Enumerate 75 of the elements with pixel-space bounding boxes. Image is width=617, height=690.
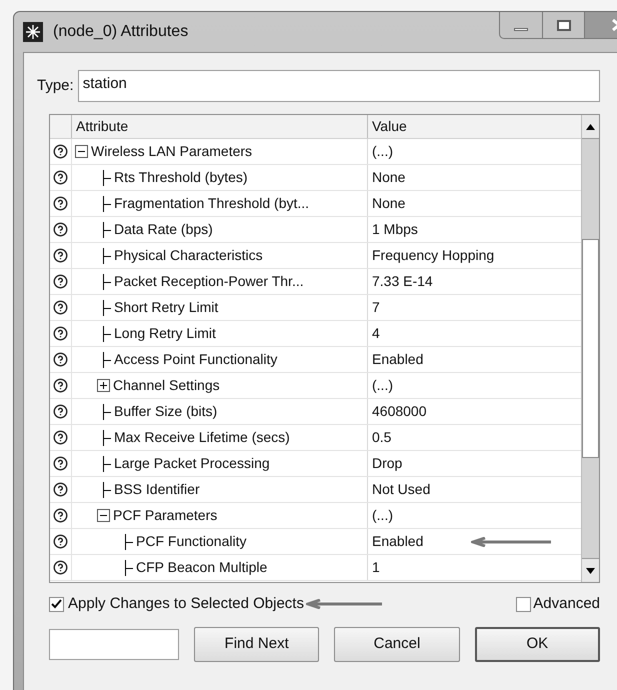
- help-icon[interactable]: [53, 222, 68, 237]
- checkbox[interactable]: [516, 596, 532, 612]
- value-cell-text: (...): [372, 376, 393, 395]
- search-field[interactable]: [49, 628, 179, 660]
- attribute-cell-text: Access Point Functionality: [114, 350, 278, 369]
- attribute-cell-text: Buffer Size (bits): [114, 402, 218, 421]
- attribute-cell-text: Short Retry Limit: [114, 298, 218, 317]
- attribute-cell-text: BSS Identifier: [114, 480, 200, 499]
- checkbox[interactable]: [49, 596, 64, 612]
- attribute-cell-text: CFP Beacon Multiple: [136, 558, 268, 577]
- dialog-button[interactable]: Cancel: [334, 626, 460, 662]
- check-icon: [51, 599, 62, 610]
- help-icon[interactable]: [53, 300, 68, 315]
- help-icon[interactable]: [53, 352, 68, 367]
- value-cell-text: Frequency Hopping: [372, 246, 494, 265]
- help-icon[interactable]: [53, 170, 68, 185]
- value-cell-text: 7.33 E-14: [372, 272, 433, 291]
- value-cell-text: (...): [372, 142, 393, 161]
- help-icon[interactable]: [53, 326, 68, 341]
- value-cell-text: Not Used: [372, 480, 430, 499]
- value-cell-text: 1: [372, 558, 380, 577]
- column-header[interactable]: Attribute: [72, 115, 368, 138]
- attribute-cell-text: Rts Threshold (bytes): [114, 168, 248, 187]
- attribute-cell-text: Packet Reception-Power Thr...: [114, 272, 304, 291]
- value-cell-text: (...): [372, 506, 393, 525]
- tree-toggle[interactable]: [97, 509, 110, 522]
- tree-toggle[interactable]: [97, 379, 110, 392]
- attribute-cell-text: PCF Functionality: [136, 532, 246, 551]
- help-icon[interactable]: [53, 378, 68, 393]
- attribute-cell-text: Fragmentation Threshold (byt...: [114, 194, 310, 213]
- help-icon[interactable]: [53, 196, 68, 211]
- help-icon[interactable]: [53, 144, 68, 159]
- value-cell-text: 7: [372, 298, 380, 317]
- value-cell-text: None: [372, 168, 406, 187]
- attribute-cell-text: Long Retry Limit: [114, 324, 216, 343]
- maximize-button[interactable]: [543, 12, 585, 39]
- help-icon[interactable]: [53, 248, 68, 263]
- help-icon[interactable]: [53, 508, 68, 523]
- checkbox-label[interactable]: Advanced: [533, 593, 600, 616]
- help-icon[interactable]: [53, 482, 68, 497]
- attribute-cell-text: Wireless LAN Parameters: [91, 142, 252, 161]
- value-cell-text: 1 Mbps: [372, 220, 418, 239]
- checkbox-label[interactable]: Apply Changes to Selected Objects: [68, 593, 304, 616]
- value-cell-text: None: [372, 194, 406, 213]
- scrollbar[interactable]: [581, 115, 599, 582]
- help-icon[interactable]: [53, 430, 68, 445]
- attribute-cell-text: Max Receive Lifetime (secs): [114, 428, 290, 447]
- value-cell-text: 4608000: [372, 402, 427, 421]
- scrollbar-thumb[interactable]: [582, 139, 599, 239]
- attribute-cell-text: Large Packet Processing: [114, 454, 270, 473]
- value-cell-text: Enabled: [372, 532, 424, 551]
- attribute-cell-text: Data Rate (bps): [114, 220, 213, 239]
- scroll-up-icon[interactable]: [586, 124, 595, 130]
- tree-toggle[interactable]: [75, 145, 88, 158]
- attribute-cell-text: PCF Parameters: [113, 506, 218, 525]
- dialog-button[interactable]: OK: [474, 626, 600, 662]
- value-cell-text: 0.5: [372, 428, 392, 447]
- window-title: (node_0) Attributes: [53, 22, 188, 42]
- value-cell-text: Drop: [372, 454, 402, 473]
- attribute-cell-text: Physical Characteristics: [114, 246, 263, 265]
- dialog-button[interactable]: Find Next: [194, 626, 320, 662]
- scroll-down-icon[interactable]: [586, 568, 595, 574]
- type-field[interactable]: station: [78, 70, 600, 102]
- attribute-cell-text: Channel Settings: [113, 376, 220, 395]
- value-cell-text: Enabled: [372, 350, 424, 369]
- value-cell-text: 4: [372, 324, 380, 343]
- type-label: Type:: [37, 76, 74, 96]
- help-icon[interactable]: [53, 560, 68, 575]
- minimize-button[interactable]: [499, 12, 543, 39]
- help-icon[interactable]: [53, 534, 68, 549]
- column-header[interactable]: Value: [368, 115, 581, 138]
- help-icon[interactable]: [53, 404, 68, 419]
- app-icon: [23, 22, 43, 42]
- help-icon[interactable]: [53, 274, 68, 289]
- help-icon[interactable]: [53, 456, 68, 471]
